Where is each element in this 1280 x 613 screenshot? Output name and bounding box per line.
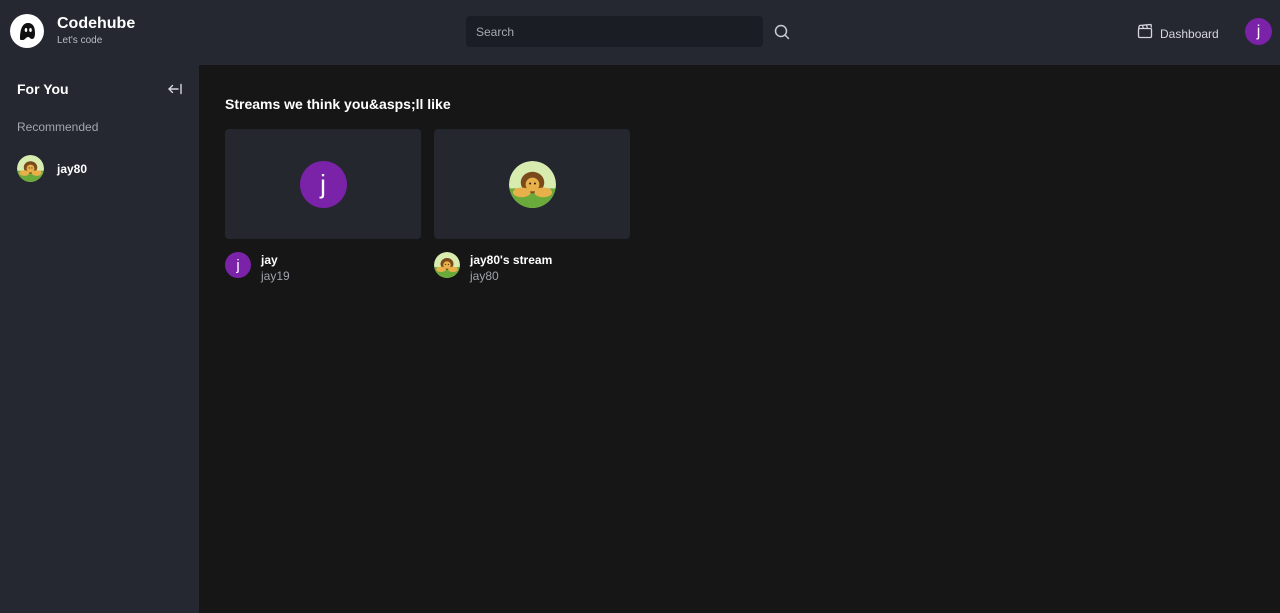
search-input[interactable] xyxy=(476,24,763,39)
user-avatar[interactable]: j xyxy=(1245,18,1272,45)
lion-avatar xyxy=(17,155,44,182)
collapse-arrow-icon[interactable] xyxy=(167,82,183,96)
top-bar: Codehube Let's code Dashboard j xyxy=(0,0,1280,65)
stream-username: jay19 xyxy=(261,269,290,283)
sidebar-item-label: jay80 xyxy=(57,161,88,176)
brand-tagline: Let's code xyxy=(57,35,103,46)
stream-thumbnail xyxy=(434,129,630,239)
stream-username: jay80 xyxy=(470,269,499,283)
stream-title: jay xyxy=(261,253,278,267)
search-box xyxy=(466,16,763,47)
logo-ghost-icon xyxy=(10,14,44,48)
recommended-label: Recommended xyxy=(17,120,99,134)
clapperboard-icon xyxy=(1137,23,1153,44)
streamer-avatar: j xyxy=(299,160,347,208)
sidebar-item-jay80[interactable]: jay80 xyxy=(17,155,87,182)
streamer-small-avatar: j xyxy=(225,252,251,278)
stream-card[interactable]: j j jay jay19 xyxy=(225,129,421,284)
brand[interactable]: Codehube Let's code xyxy=(10,14,135,48)
lion-avatar xyxy=(508,160,556,208)
stream-title: jay80's stream xyxy=(470,253,553,267)
main-content: Streams we think you&asps;ll like j j ja… xyxy=(199,65,1280,613)
sidebar: For You Recommended jay80 xyxy=(0,65,199,613)
dashboard-button[interactable]: Dashboard xyxy=(1137,23,1219,44)
brand-name: Codehube xyxy=(57,15,136,32)
sidebar-title: For You xyxy=(17,81,69,97)
stream-thumbnail: j xyxy=(225,129,421,239)
search-icon[interactable] xyxy=(773,23,791,41)
section-heading: Streams we think you&asps;ll like xyxy=(225,96,451,112)
stream-card[interactable]: jay80's stream jay80 xyxy=(434,129,630,284)
dashboard-label: Dashboard xyxy=(1160,26,1219,41)
lion-small-avatar xyxy=(434,252,460,278)
